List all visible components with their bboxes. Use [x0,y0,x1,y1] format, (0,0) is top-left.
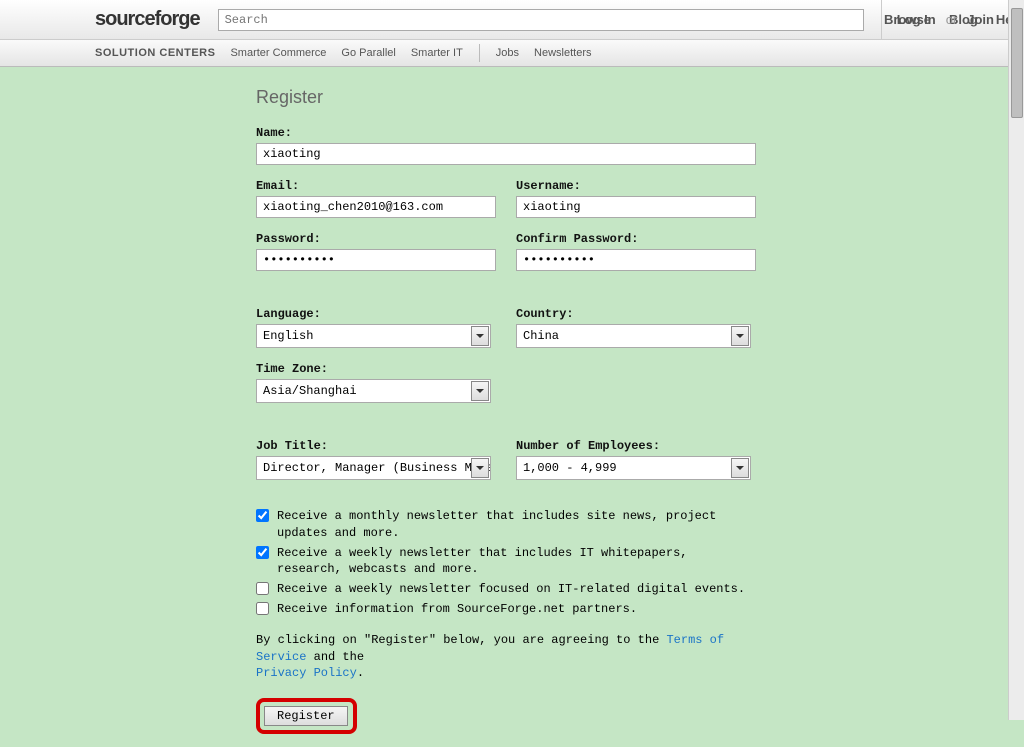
password-label: Password: [256,232,496,246]
partners-checkbox[interactable] [256,602,269,615]
chevron-down-icon[interactable] [471,458,489,478]
numemployees-select[interactable]: 1,000 - 4,999 [516,456,751,480]
language-value: English [263,329,313,343]
jobtitle-value: Director, Manager (Business Managemen [263,461,491,475]
divider [479,44,480,62]
monthly-newsletter-label: Receive a monthly newsletter that includ… [277,508,756,542]
weekly-it-newsletter-checkbox[interactable] [256,546,269,559]
email-field[interactable] [256,196,496,218]
scrollbar-thumb[interactable] [1011,8,1023,118]
solution-centers: SOLUTION CENTERS [95,47,215,59]
numemployees-label: Number of Employees: [516,439,756,453]
timezone-label: Time Zone: [256,362,756,376]
confirm-password-label: Confirm Password: [516,232,756,246]
join-link[interactable]: Join [967,12,994,27]
weekly-it-newsletter-label: Receive a weekly newsletter that include… [277,545,756,579]
country-value: China [523,329,559,343]
register-button[interactable]: Register [264,706,348,726]
password-field[interactable] [256,249,496,271]
weekly-events-newsletter-label: Receive a weekly newsletter focused on I… [277,581,745,598]
chevron-down-icon[interactable] [471,326,489,346]
newsletter-checks: Receive a monthly newsletter that includ… [256,508,756,618]
chevron-down-icon[interactable] [731,458,749,478]
page-title: Register [256,87,756,108]
sub-bar: SOLUTION CENTERS Smarter Commerce Go Par… [0,40,1024,67]
timezone-value: Asia/Shanghai [263,384,357,398]
name-label: Name: [256,126,756,140]
partners-label: Receive information from SourceForge.net… [277,601,637,618]
monthly-newsletter-checkbox[interactable] [256,509,269,522]
agree-text: By clicking on "Register" below, you are… [256,632,756,682]
country-select[interactable]: China [516,324,751,348]
search-input[interactable] [218,9,864,31]
subnav-jobs[interactable]: Jobs [496,47,519,59]
email-label: Email: [256,179,496,193]
language-select[interactable]: English [256,324,491,348]
username-field[interactable] [516,196,756,218]
confirm-password-field[interactable] [516,249,756,271]
language-label: Language: [256,307,496,321]
logo: sourceforge [95,8,200,31]
chevron-down-icon[interactable] [731,326,749,346]
weekly-events-newsletter-checkbox[interactable] [256,582,269,595]
username-label: Username: [516,179,756,193]
scrollbar[interactable] [1008,0,1024,720]
chevron-down-icon[interactable] [471,381,489,401]
subnav-smarter-it[interactable]: Smarter IT [411,47,463,59]
jobtitle-select[interactable]: Director, Manager (Business Managemen [256,456,491,480]
subnav-go-parallel[interactable]: Go Parallel [341,47,395,59]
name-field[interactable] [256,143,756,165]
jobtitle-label: Job Title: [256,439,496,453]
top-bar: sourceforge Browse Blog Help Log In or J… [0,0,1024,40]
subnav-newsletters[interactable]: Newsletters [534,47,591,59]
subnav-smarter-commerce[interactable]: Smarter Commerce [230,47,326,59]
privacy-link[interactable]: Privacy Policy [256,666,357,680]
register-form: Register Name: Email: Username: Password… [256,87,756,734]
login-link[interactable]: Log In [897,12,936,27]
numemployees-value: 1,000 - 4,999 [523,461,617,475]
register-highlight: Register [256,698,357,734]
or-text: or [946,12,958,27]
timezone-select[interactable]: Asia/Shanghai [256,379,491,403]
top-right: Log In or Join [881,0,994,39]
country-label: Country: [516,307,756,321]
page-background: Register Name: Email: Username: Password… [0,67,1024,747]
